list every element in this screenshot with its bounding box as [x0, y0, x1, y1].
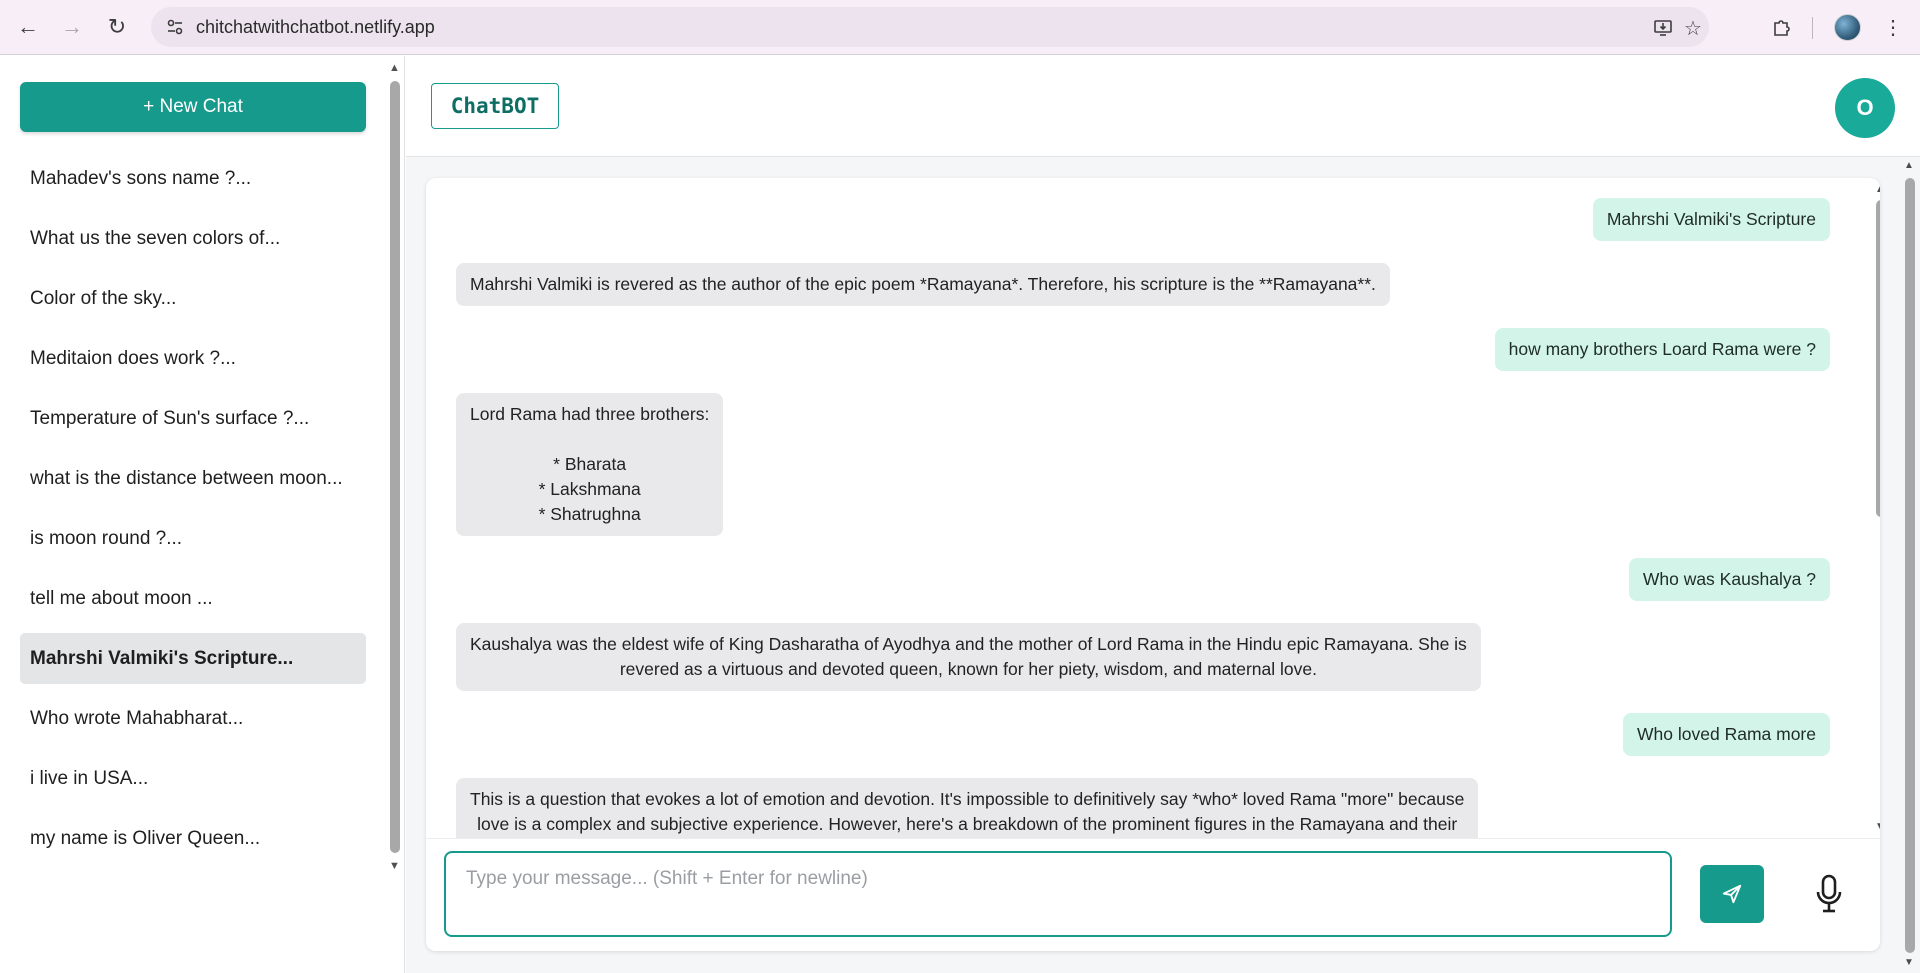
history-item[interactable]: tell me about moon ...	[20, 573, 366, 624]
user-message: Who loved Rama more	[1623, 713, 1830, 756]
bot-message-line: * Bharata	[553, 454, 627, 474]
bot-message-line: * Shatrughna	[538, 504, 641, 524]
reload-icon[interactable]: ↻	[102, 12, 132, 42]
history-item[interactable]: Temperature of Sun's surface ?...	[20, 393, 366, 444]
address-url: chitchatwithchatbot.netlify.app	[196, 17, 435, 37]
microphone-icon	[1816, 874, 1842, 913]
history-item[interactable]: Mahadev's sons name ?...	[20, 153, 366, 204]
chat-history-list: Mahadev's sons name ?... What us the sev…	[20, 153, 366, 873]
back-icon[interactable]: ←	[13, 12, 43, 42]
history-item[interactable]: Meditaion does work ?...	[20, 333, 366, 384]
composer	[426, 838, 1880, 951]
messages-scroll-up-arrow[interactable]: ▲	[1875, 184, 1880, 195]
bot-message-line: love is a complex and subjective experie…	[477, 814, 1458, 834]
app-logo: ChatBOT	[431, 83, 559, 129]
messages-scroll-down-arrow[interactable]: ▼	[1875, 821, 1880, 832]
page-scrollbar-thumb[interactable]	[1905, 178, 1915, 953]
browser-toolbar: ← → ↻ chitchatwithchatbot.netlify.app ☆ …	[0, 0, 1920, 55]
bot-message-line: This is a question that evokes a lot of …	[470, 789, 1465, 809]
history-item[interactable]: my name is Oliver Queen...	[20, 813, 366, 864]
address-bar[interactable]: chitchatwithchatbot.netlify.app ☆	[151, 7, 1709, 47]
user-message: Mahrshi Valmiki's Scripture	[1592, 198, 1830, 241]
messages-scrollbar-thumb[interactable]	[1876, 200, 1880, 517]
history-item[interactable]: is moon round ?...	[20, 513, 366, 564]
site-settings-icon[interactable]	[165, 17, 185, 37]
history-item[interactable]: i live in USA...	[20, 753, 366, 804]
send-icon	[1722, 884, 1742, 904]
forward-icon[interactable]: →	[57, 12, 87, 42]
more-menu-icon[interactable]: ⋮	[1878, 12, 1908, 42]
bot-message: This is a question that evokes a lot of …	[456, 778, 1479, 838]
profile-avatar[interactable]	[1834, 14, 1861, 41]
install-app-icon[interactable]	[1650, 15, 1676, 41]
user-message: how many brothers Loard Rama were ?	[1494, 328, 1830, 371]
send-button[interactable]	[1700, 865, 1764, 923]
app-header: ChatBOT O	[406, 56, 1920, 157]
bot-message-spacer	[470, 427, 709, 452]
message-input[interactable]	[444, 851, 1672, 937]
new-chat-button[interactable]: + New Chat	[20, 82, 366, 132]
sidebar-scroll-down-arrow[interactable]: ▼	[389, 860, 400, 872]
bot-message-line: * Lakshmana	[538, 479, 641, 499]
user-avatar[interactable]: O	[1835, 78, 1895, 138]
bot-message-line: Kaushalya was the eldest wife of King Da…	[470, 634, 1467, 654]
history-item-active[interactable]: Mahrshi Valmiki's Scripture...	[20, 633, 366, 684]
bot-message-line: Lord Rama had three brothers:	[470, 404, 710, 424]
page-scroll-down-arrow[interactable]: ▼	[1904, 957, 1914, 968]
microphone-button[interactable]	[1804, 865, 1854, 923]
sidebar-scroll-up-arrow[interactable]: ▲	[389, 62, 400, 74]
chat-history-sidebar: + New Chat Mahadev's sons name ?... What…	[0, 56, 405, 973]
toolbar-divider	[1812, 17, 1813, 39]
extensions-icon[interactable]	[1766, 12, 1796, 42]
bot-message-line: revered as a virtuous and devoted queen,…	[619, 659, 1317, 679]
bot-message: Kaushalya was the eldest wife of King Da…	[456, 623, 1481, 691]
history-item[interactable]: what is the distance between moon...	[20, 453, 366, 504]
page-scroll-up-arrow[interactable]: ▲	[1904, 160, 1914, 171]
message-list: Mahrshi Valmiki's Scripture Mahrshi Valm…	[426, 178, 1860, 838]
bookmark-star-icon[interactable]: ☆	[1680, 15, 1706, 41]
sidebar-scrollbar-thumb[interactable]	[390, 81, 400, 853]
bot-message: Lord Rama had three brothers: * Bharata …	[456, 393, 724, 536]
history-item[interactable]: What us the seven colors of...	[20, 213, 366, 264]
bot-message: Mahrshi Valmiki is revered as the author…	[456, 263, 1390, 306]
history-item[interactable]: Who wrote Mahabharat...	[20, 693, 366, 744]
chat-window: Mahrshi Valmiki's Scripture Mahrshi Valm…	[426, 178, 1880, 951]
user-message: Who was Kaushalya ?	[1628, 558, 1830, 601]
chat-main: ChatBOT O Mahrshi Valmiki's Scripture Ma…	[406, 56, 1920, 973]
history-item[interactable]: Color of the sky...	[20, 273, 366, 324]
